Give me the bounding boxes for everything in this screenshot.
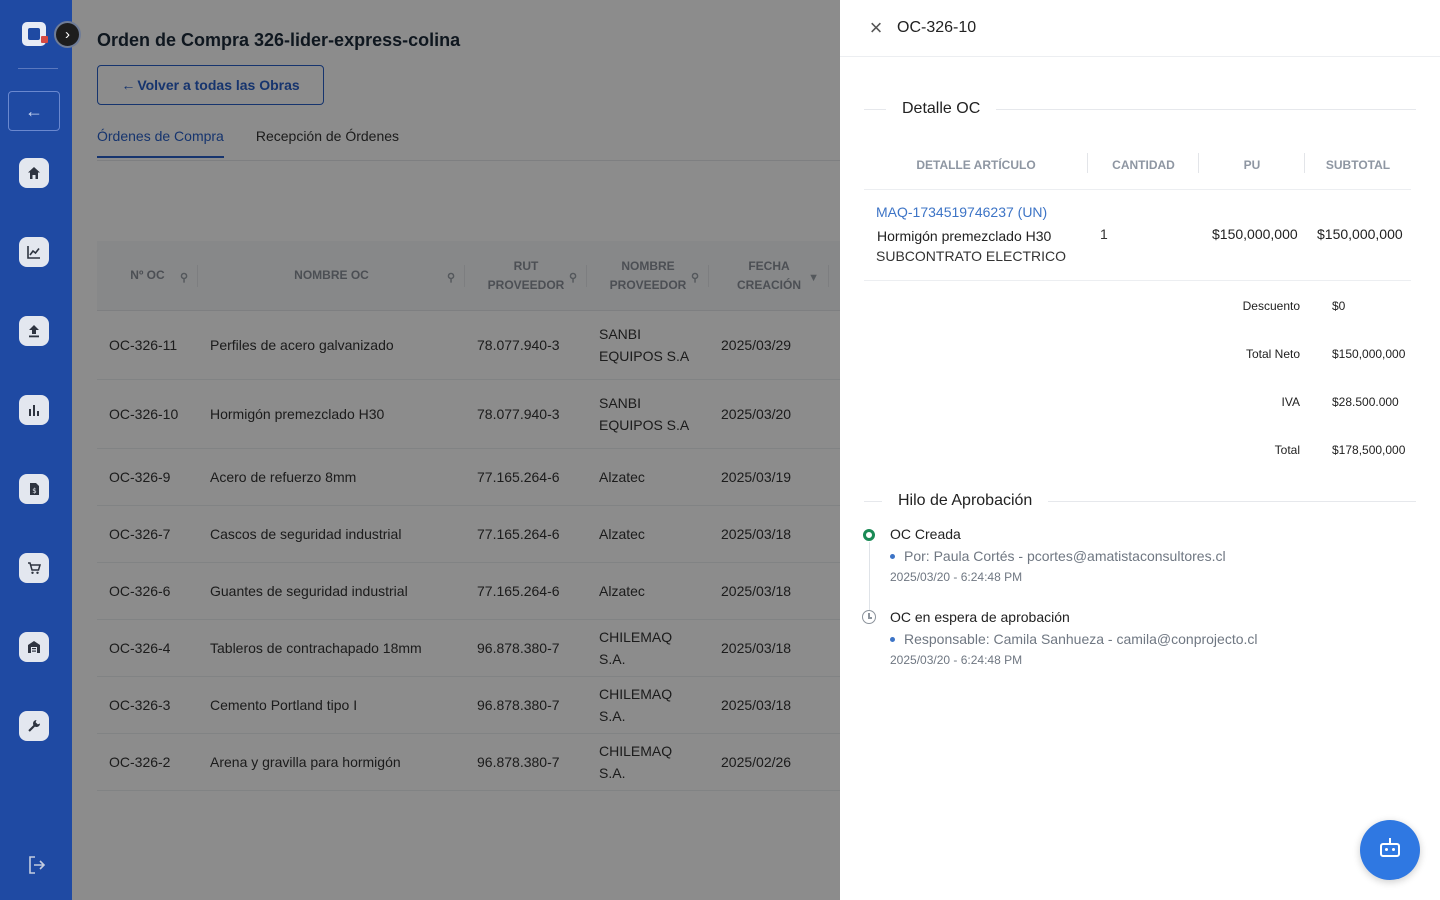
drawer-title: OC-326-10 [897,19,977,36]
item-category: SUBCONTRATO ELECTRICO [876,248,1067,264]
invoice-icon[interactable]: $ [19,474,49,504]
column-header-unit-price: PU [1199,140,1305,189]
discount-label: Descuento [1242,299,1300,313]
item-description: Hormigón premezclado H30 [877,228,1052,244]
chevron-right-icon: › [65,26,70,43]
detail-section-divider: Detalle OC [864,100,1416,118]
logout-icon[interactable] [24,852,50,878]
net-total-label: Total Neto [1245,347,1300,361]
order-detail-row: MAQ-1734519746237 (UN) Hormigón premezcl… [864,190,1411,281]
warehouse-icon[interactable] [19,632,49,662]
sidebar: ← $ [0,0,72,900]
assistant-bot-button[interactable] [1360,820,1420,880]
timeline-step-title: OC Creada [890,526,961,542]
grand-total-label: Total [1274,443,1300,457]
home-icon[interactable] [19,158,49,188]
chart-line-icon[interactable] [19,237,49,267]
sidebar-expand-button[interactable]: › [54,21,81,48]
iva-label: IVA [1281,395,1300,409]
upload-icon[interactable] [19,316,49,346]
item-code-link[interactable]: MAQ-1734519746237 (UN) [876,204,1047,220]
close-icon[interactable]: × [867,17,885,39]
column-header-item-detail: DETALLE ARTÍCULO [864,140,1088,189]
bullet-icon [890,553,895,559]
arrow-left-icon: ← [25,100,43,121]
discount-value: $0 [1332,299,1346,313]
bullet-icon [890,636,895,642]
app-logo [22,22,48,46]
item-subtotal: $150,000,000 [1317,226,1403,242]
approval-section-title: Hilo de Aprobación [898,492,1033,509]
item-unit-price: $150,000,000 [1212,226,1298,242]
column-header-quantity: CANTIDAD [1088,140,1199,189]
item-quantity: 1 [1100,226,1108,242]
sidebar-back-button[interactable]: ← [8,91,60,131]
timeline-step-title: OC en espera de aprobación [890,609,1070,625]
clock-icon [862,610,876,624]
timeline-connector [869,542,870,612]
detail-section-title: Detalle OC [902,100,981,117]
timeline-step-date: 2025/03/20 - 6:24:48 PM [890,653,1023,667]
order-detail-drawer: × OC-326-10 Detalle OC DETALLE ARTÍCULO … [840,0,1440,900]
iva-value: $28.500.000 [1332,395,1399,409]
drawer-header: × OC-326-10 [840,0,1440,57]
timeline-step-date: 2025/03/20 - 6:24:48 PM [890,570,1023,584]
wrench-icon[interactable] [19,711,49,741]
svg-text:$: $ [32,487,36,495]
approval-section-divider: Hilo de Aprobación [864,492,1416,510]
order-detail-header: DETALLE ARTÍCULO CANTIDAD PU SUBTOTAL [864,140,1411,190]
status-created-icon [863,529,875,541]
column-header-subtotal: SUBTOTAL [1325,157,1391,172]
grand-total-value: $178,500,000 [1332,443,1406,457]
bar-chart-icon[interactable] [19,395,49,425]
cart-icon[interactable] [19,553,49,583]
timeline-step-detail: Por: Paula Cortés - pcortes@amatistacons… [890,548,1226,564]
robot-icon [1380,838,1400,857]
net-total-value: $150,000,000 [1332,347,1406,361]
timeline-step-detail: Responsable: Camila Sanhueza - camila@co… [890,631,1258,647]
sidebar-divider [18,68,58,69]
